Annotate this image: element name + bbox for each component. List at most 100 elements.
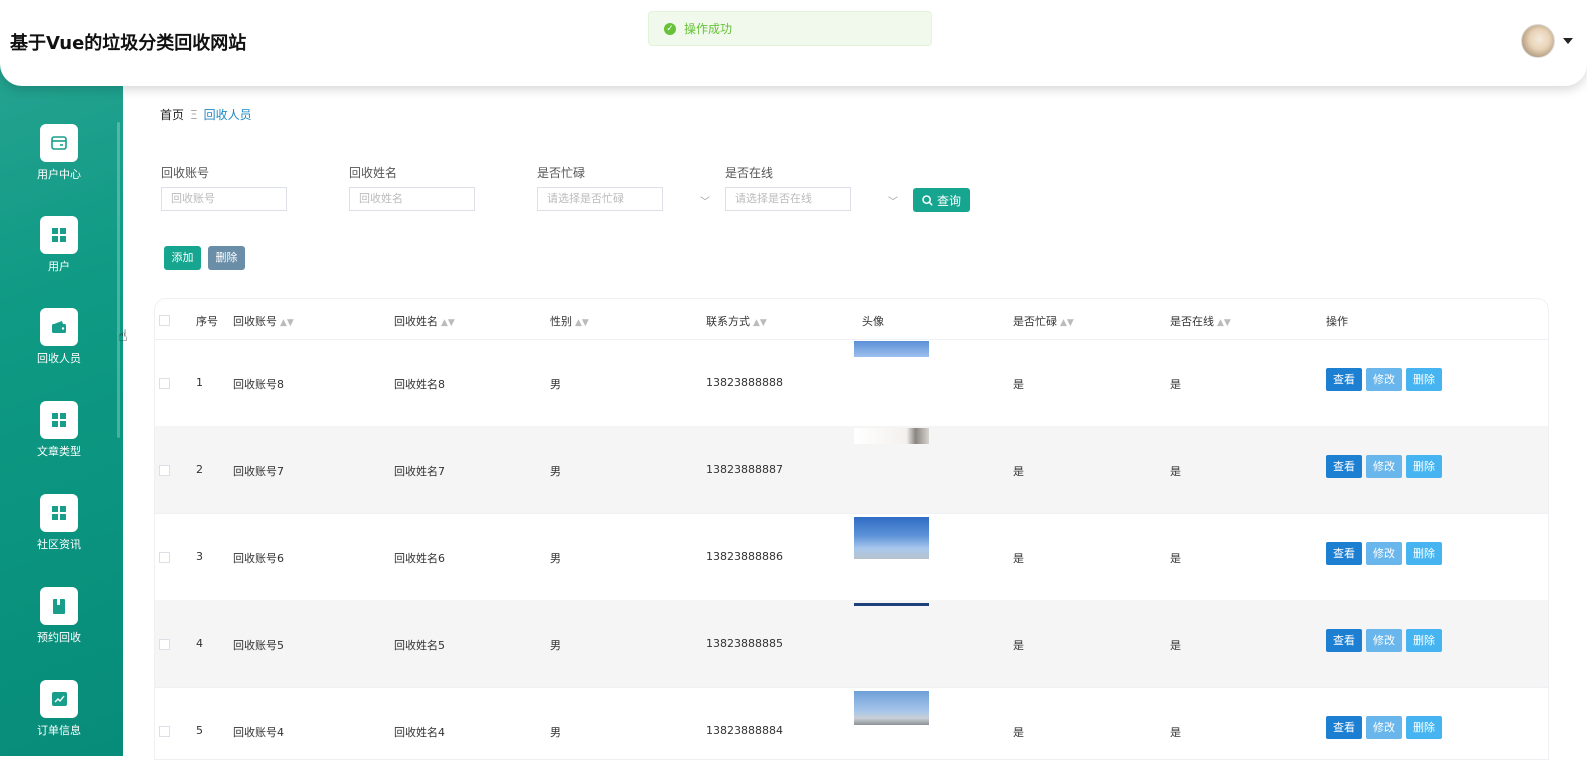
breadcrumb-separator: Ξ (190, 108, 198, 122)
card-icon (40, 124, 78, 162)
grid-icon (40, 494, 78, 532)
sidebar-item-label: 文章类型 (37, 445, 81, 458)
header-online[interactable]: 是否在线 ▲▼ (1170, 313, 1231, 329)
cell-index: 4 (196, 637, 203, 650)
success-toast: ✓ 操作成功 (648, 11, 932, 46)
delete-button[interactable]: 删除 (1406, 455, 1442, 478)
avatar-thumbnail[interactable] (854, 428, 929, 444)
online-select[interactable]: 请选择是否在线 (725, 187, 851, 211)
avatar-thumbnail[interactable] (854, 691, 929, 725)
header-phone[interactable]: 联系方式 ▲▼ (706, 313, 767, 329)
online-field-label: 是否在线 (725, 166, 774, 180)
cell-name: 回收姓名7 (394, 465, 445, 478)
caret-down-icon[interactable] (1563, 38, 1573, 44)
cell-busy: 是 (1013, 639, 1024, 652)
view-button[interactable]: 查看 (1326, 542, 1362, 565)
sort-icon: ▲▼ (753, 318, 767, 328)
row-checkbox[interactable] (159, 378, 170, 389)
recycler-table: 序号 回收账号 ▲▼ 回收姓名 ▲▼ 性别 ▲▼ 联系方式 ▲▼ 头像 是否忙碌 ▲▼ 是… (154, 298, 1549, 760)
avatar[interactable] (1521, 24, 1555, 58)
header-actions: 操作 (1326, 315, 1348, 328)
row-checkbox[interactable] (159, 552, 170, 563)
table-row: 5 回收账号4 回收姓名4 男 13823888884 是 是 查看 修改 删除 (155, 687, 1548, 759)
select-all-checkbox[interactable] (159, 315, 170, 326)
breadcrumb: 首页 Ξ 回收人员 (160, 106, 252, 123)
edit-button[interactable]: 修改 (1366, 368, 1402, 391)
delete-button[interactable]: 删除 (1406, 368, 1442, 391)
search-button[interactable]: 查询 (913, 188, 970, 212)
sidebar-item-community-news[interactable]: 社区资讯 (0, 494, 118, 552)
busy-select[interactable]: 请选择是否忙碌 (537, 187, 663, 211)
hand-cursor-icon: ☝ (118, 326, 128, 345)
breadcrumb-home[interactable]: 首页 (160, 108, 184, 122)
cell-online: 是 (1170, 378, 1181, 391)
sidebar-item-recycle-booking[interactable]: 预约回收 (0, 587, 118, 645)
edit-button[interactable]: 修改 (1366, 629, 1402, 652)
avatar-thumbnail[interactable] (854, 603, 929, 606)
sort-icon: ▲▼ (441, 318, 455, 328)
edit-button[interactable]: 修改 (1366, 542, 1402, 565)
cell-index: 5 (196, 724, 203, 737)
grid-icon (40, 401, 78, 439)
cell-index: 1 (196, 376, 203, 389)
app-title: 基于Vue的垃圾分类回收网站 (10, 33, 247, 54)
cell-index: 3 (196, 550, 203, 563)
header-index: 序号 (196, 315, 218, 328)
account-input[interactable]: 回收账号 (161, 187, 287, 211)
header-gender[interactable]: 性别 ▲▼ (550, 313, 589, 329)
account-field-label: 回收账号 (161, 166, 210, 180)
search-icon (922, 194, 933, 206)
name-input[interactable]: 回收姓名 (349, 187, 475, 211)
sidebar-item-label: 订单信息 (37, 724, 81, 737)
name-field-label: 回收姓名 (349, 166, 398, 180)
table-row: 1 回收账号8 回收姓名8 男 13823888888 是 是 查看 修改 删除 (155, 339, 1548, 427)
sidebar-item-order-info[interactable]: 订单信息 (0, 680, 118, 738)
avatar-thumbnail[interactable] (854, 341, 929, 357)
cell-gender: 男 (550, 552, 561, 565)
view-button[interactable]: 查看 (1326, 455, 1362, 478)
cell-busy: 是 (1013, 726, 1024, 739)
book-icon (40, 587, 78, 625)
header-avatar: 头像 (862, 315, 884, 328)
sidebar-item-label: 用户 (48, 260, 70, 273)
sidebar-item-article-types[interactable]: 文章类型 (0, 401, 118, 459)
cell-account: 回收账号7 (233, 465, 284, 478)
cell-name: 回收姓名5 (394, 639, 445, 652)
cell-online: 是 (1170, 552, 1181, 565)
view-button[interactable]: 查看 (1326, 629, 1362, 652)
table-row: 4 回收账号5 回收姓名5 男 13823888885 是 是 查看 修改 删除 (155, 600, 1548, 688)
cell-name: 回收姓名6 (394, 552, 445, 565)
chevron-down-icon[interactable]: ﹀ (700, 193, 710, 208)
cell-online: 是 (1170, 465, 1181, 478)
cell-busy: 是 (1013, 552, 1024, 565)
cell-phone: 13823888887 (706, 463, 783, 476)
row-checkbox[interactable] (159, 726, 170, 737)
chevron-down-icon[interactable]: ﹀ (888, 193, 898, 208)
edit-button[interactable]: 修改 (1366, 455, 1402, 478)
sidebar-item-user[interactable]: 用户 (0, 216, 118, 274)
cell-index: 2 (196, 463, 203, 476)
view-button[interactable]: 查看 (1326, 368, 1362, 391)
user-menu[interactable] (1521, 24, 1573, 58)
cell-phone: 13823888884 (706, 724, 783, 737)
sidebar-item-label: 社区资讯 (37, 538, 81, 551)
row-checkbox[interactable] (159, 639, 170, 650)
avatar-thumbnail[interactable] (854, 517, 929, 559)
add-button[interactable]: 添加 (164, 246, 201, 270)
cell-name: 回收姓名8 (394, 378, 445, 391)
sidebar-item-user-center[interactable]: 用户中心 (0, 124, 118, 182)
delete-button[interactable]: 删除 (1406, 542, 1442, 565)
row-checkbox[interactable] (159, 465, 170, 476)
breadcrumb-current: 回收人员 (203, 108, 252, 122)
view-button[interactable]: 查看 (1326, 716, 1362, 739)
edit-button[interactable]: 修改 (1366, 716, 1402, 739)
bulk-delete-button[interactable]: 删除 (208, 246, 245, 270)
cell-name: 回收姓名4 (394, 726, 445, 739)
delete-button[interactable]: 删除 (1406, 716, 1442, 739)
sidebar-item-recyclers[interactable]: 回收人员 (0, 308, 118, 366)
table-row: 2 回收账号7 回收姓名7 男 13823888887 是 是 查看 修改 删除 (155, 426, 1548, 514)
header-name[interactable]: 回收姓名 ▲▼ (394, 313, 455, 329)
header-account[interactable]: 回收账号 ▲▼ (233, 313, 294, 329)
header-busy[interactable]: 是否忙碌 ▲▼ (1013, 313, 1074, 329)
delete-button[interactable]: 删除 (1406, 629, 1442, 652)
